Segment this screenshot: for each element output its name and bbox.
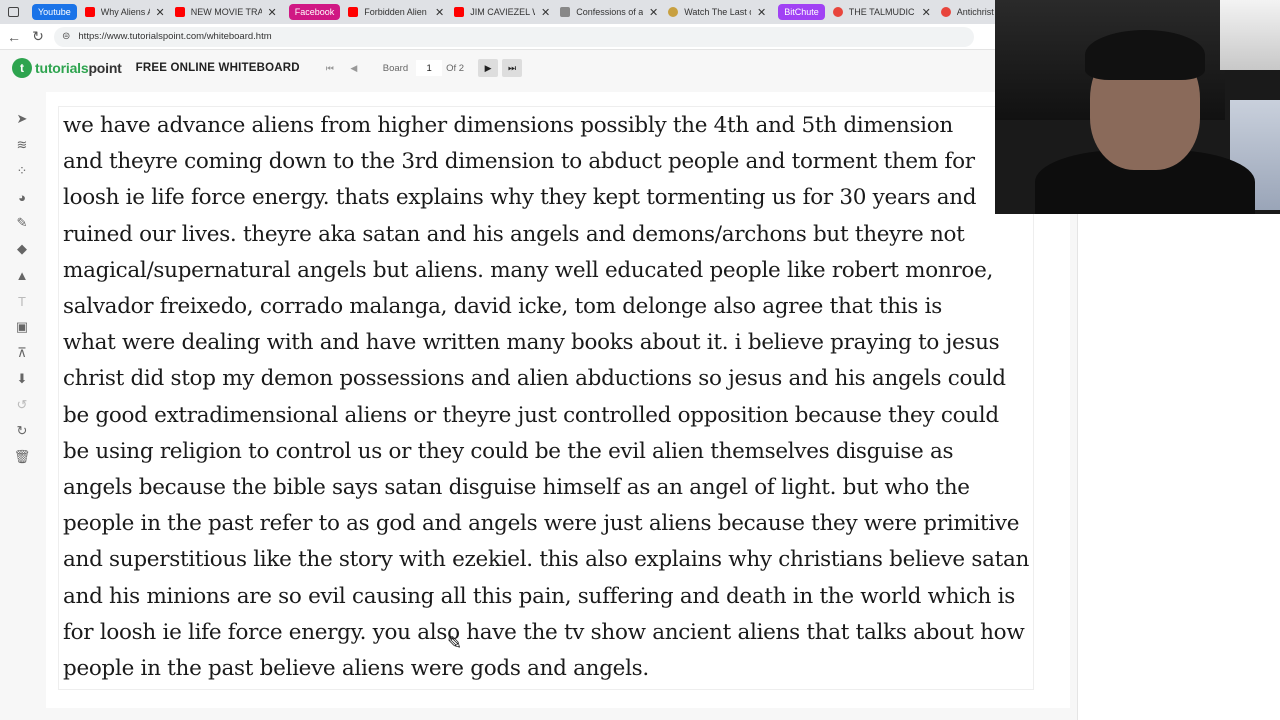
present-icon: ⊼ <box>17 345 27 360</box>
url-field[interactable]: ⊜ https://www.tutorialspoint.com/whiteboa… <box>54 26 974 47</box>
triangle-right-icon: ▶ <box>484 62 492 73</box>
logo-suffix: point <box>88 60 122 76</box>
triangle-left-icon: ◀ <box>350 62 358 73</box>
close-icon[interactable]: ✕ <box>757 6 766 19</box>
board-text: we have advance aliens from higher dimen… <box>63 108 1038 687</box>
site-favicon-icon <box>668 7 679 17</box>
download-tool[interactable]: ⬇ <box>8 366 36 392</box>
pencil-tool[interactable]: ✎ <box>8 210 36 236</box>
image-tool[interactable]: ▣ <box>8 314 36 340</box>
skip-forward-icon: ⏭ <box>508 62 517 73</box>
eraser-tool[interactable]: ◆ <box>8 236 36 262</box>
tab-group-youtube[interactable]: Youtube <box>32 4 77 20</box>
grid-icon: ⁘ <box>16 163 28 178</box>
image-icon: ▣ <box>15 319 29 334</box>
text-line: magical/supernatural angels but aliens. … <box>63 257 994 283</box>
layers-icon: ≋ <box>16 137 28 152</box>
tab-7[interactable]: THE TALMUDIC IN✕ <box>829 2 935 22</box>
back-icon[interactable]: ← <box>2 25 26 49</box>
tab-1[interactable]: Why Aliens Are Ol✕ <box>81 2 169 22</box>
text-line: salvador freixedo, corrado malanga, davi… <box>63 294 942 320</box>
text-line: people in the past refer to as god and a… <box>63 511 1020 537</box>
tool-sidebar: ➤ ≋ ⁘ ◕ ✎ ◆ ▲ T ▣ ⊼ ⬇ ↺ ↻ 🗑 <box>8 106 36 470</box>
window-menu-button[interactable] <box>0 0 26 24</box>
tab-group-facebook[interactable]: Facebook <box>288 4 341 20</box>
skip-back-icon: ⏮ <box>325 62 334 73</box>
board-count: Of 2 <box>446 62 465 74</box>
youtube-favicon-icon <box>454 7 465 17</box>
first-board-button[interactable]: ⏮ <box>320 59 340 77</box>
document-favicon-icon <box>560 7 571 17</box>
palette-icon: ◕ <box>18 189 26 205</box>
redo-icon: ↻ <box>16 423 28 438</box>
shapes-tool[interactable]: ▲ <box>8 262 36 288</box>
undo-icon: ↺ <box>16 397 28 412</box>
layers-tool[interactable]: ≋ <box>8 132 36 158</box>
previous-board-button[interactable]: ◀ <box>344 59 364 77</box>
text-line: people in the past believe aliens were g… <box>63 656 649 682</box>
board-number-input[interactable] <box>416 60 443 76</box>
tab-group-bitchute[interactable]: BitChute <box>778 4 825 20</box>
bitchute-favicon-icon <box>832 7 843 17</box>
close-icon[interactable]: ✕ <box>268 6 277 19</box>
bitchute-favicon-icon <box>940 7 951 17</box>
text-line: christ did stop my demon possessions and… <box>63 366 1006 392</box>
close-icon[interactable]: ✕ <box>649 6 658 19</box>
page-title: FREE ONLINE WHITEBOARD <box>135 62 300 74</box>
text-line: loosh ie life force energy. thats explai… <box>63 185 977 211</box>
present-tool[interactable]: ⊼ <box>8 340 36 366</box>
trash-icon: 🗑 <box>13 449 31 464</box>
tab-5[interactable]: Confessions of an ✕ <box>556 2 662 22</box>
shapes-icon: ▲ <box>15 267 29 283</box>
close-icon[interactable]: ✕ <box>156 6 165 19</box>
pointer-icon: ➤ <box>16 111 28 126</box>
text-line: and his minions are so evil causing all … <box>63 583 1015 609</box>
text-line: and theyre coming down to the 3rd dimens… <box>63 149 975 175</box>
last-board-button[interactable]: ⏭ <box>502 59 523 77</box>
board-pager: ⏮ ◀ Board Of 2 ▶ ⏭ <box>320 59 526 77</box>
close-icon[interactable]: ✕ <box>922 6 931 19</box>
close-icon[interactable]: ✕ <box>435 6 444 19</box>
tab-2[interactable]: NEW MOVIE TRAIL✕ <box>171 2 281 22</box>
board-label: Board <box>382 62 409 74</box>
window-icon <box>7 7 19 17</box>
webcam-overlay <box>995 0 1280 214</box>
text-line: what were dealing with and have written … <box>63 330 1000 356</box>
text-line: we have advance aliens from higher dimen… <box>63 113 953 138</box>
grid-tool[interactable]: ⁘ <box>8 158 36 184</box>
tab-3[interactable]: Forbidden Alien K ✕ <box>344 2 448 22</box>
undo-tool[interactable]: ↺ <box>8 392 36 418</box>
logo-mark-icon: t <box>12 58 32 78</box>
text-tool[interactable]: T <box>8 288 36 314</box>
text-line: be good extradimensional aliens or theyr… <box>63 402 999 428</box>
whiteboard-area: we have advance aliens from higher dimen… <box>46 92 1070 708</box>
youtube-favicon-icon <box>174 7 185 17</box>
text-line: angels because the bible says satan disg… <box>63 475 970 501</box>
download-icon: ⬇ <box>16 371 28 386</box>
pencil-icon: ✎ <box>16 215 28 230</box>
youtube-favicon-icon <box>84 7 95 17</box>
eraser-icon: ◆ <box>17 241 27 256</box>
reload-icon[interactable]: ↻ <box>26 25 50 49</box>
palette-tool[interactable]: ◕ <box>8 184 36 210</box>
text-line: ruined our lives. theyre aka satan and h… <box>63 221 965 247</box>
text-icon: T <box>18 293 26 309</box>
youtube-favicon-icon <box>348 7 359 17</box>
delete-tool[interactable]: 🗑 <box>8 444 36 470</box>
tab-6[interactable]: Watch The Last of ✕ <box>664 2 770 22</box>
logo-brand: tutorials <box>35 60 89 76</box>
pencil-cursor-icon: ✎ <box>447 633 463 653</box>
text-line: be using religion to control us or they … <box>63 438 954 464</box>
redo-tool[interactable]: ↻ <box>8 418 36 444</box>
pointer-tool[interactable]: ➤ <box>8 106 36 132</box>
site-info-icon[interactable]: ⊜ <box>62 31 70 42</box>
tutorialspoint-logo[interactable]: t tutorialspoint <box>12 58 122 78</box>
text-line: and superstitious like the story with ez… <box>63 547 1030 573</box>
next-board-button[interactable]: ▶ <box>478 59 499 77</box>
text-line: for loosh ie life force energy. you also… <box>63 619 1025 645</box>
whiteboard-canvas[interactable]: we have advance aliens from higher dimen… <box>58 106 1034 690</box>
tab-4[interactable]: JIM CAVIEZEL WA✕ <box>450 2 554 22</box>
close-icon[interactable]: ✕ <box>541 6 550 19</box>
